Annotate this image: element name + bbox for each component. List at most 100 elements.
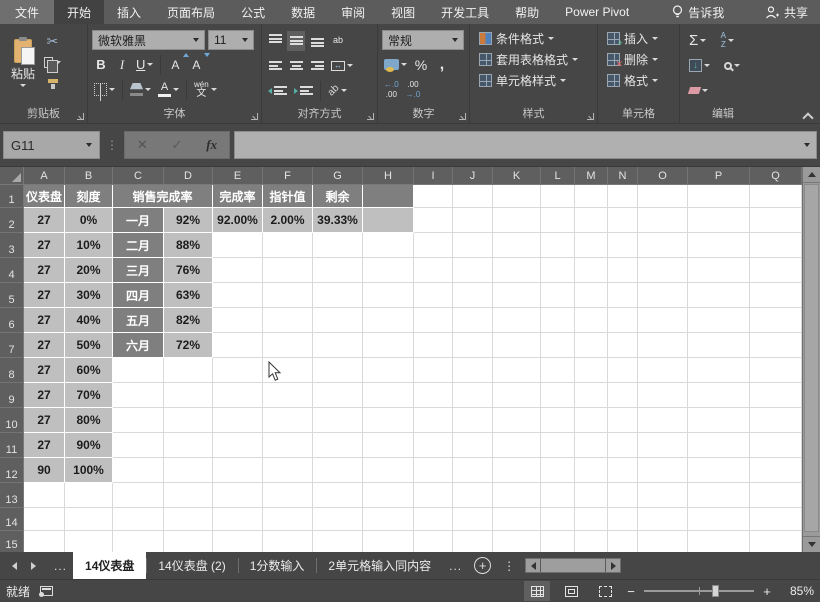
row-header-2[interactable]: 2 <box>0 208 24 233</box>
grow-font-button[interactable]: A <box>166 52 190 75</box>
cell-Q4[interactable] <box>750 258 802 283</box>
cell-B7[interactable]: 50% <box>65 333 113 358</box>
cell-M5[interactable] <box>575 283 608 308</box>
row-header-11[interactable]: 11 <box>0 433 24 458</box>
column-header-O[interactable]: O <box>638 167 688 185</box>
cell-M9[interactable] <box>575 383 608 408</box>
cell-K5[interactable] <box>493 283 541 308</box>
column-header-A[interactable]: A <box>24 167 65 185</box>
cell-O12[interactable] <box>638 458 688 483</box>
cell-P10[interactable] <box>688 408 750 433</box>
column-header-H[interactable]: H <box>363 167 414 185</box>
cell-P2[interactable] <box>688 208 750 233</box>
cell-C14[interactable] <box>113 508 164 531</box>
cell-E2[interactable]: 92.00% <box>213 208 263 233</box>
cell-A1[interactable]: 仪表盘 <box>24 185 65 208</box>
cell-O10[interactable] <box>638 408 688 433</box>
cell-N14[interactable] <box>608 508 638 531</box>
cell-N12[interactable] <box>608 458 638 483</box>
cell-O8[interactable] <box>638 358 688 383</box>
styles-dialog-launcher[interactable] <box>587 113 594 120</box>
cell-C11[interactable] <box>113 433 164 458</box>
tab-开发工具[interactable]: 开发工具 <box>428 0 502 24</box>
cell-D12[interactable] <box>164 458 213 483</box>
cell-I5[interactable] <box>414 283 453 308</box>
cell-M3[interactable] <box>575 233 608 258</box>
cell-I14[interactable] <box>414 508 453 531</box>
autosum-button[interactable]: Σ <box>687 31 708 51</box>
cell-L7[interactable] <box>541 333 575 358</box>
scroll-right-button[interactable] <box>606 559 621 572</box>
cell-L5[interactable] <box>541 283 575 308</box>
cell-F1[interactable]: 指针值 <box>263 185 313 208</box>
tab-视图[interactable]: 视图 <box>378 0 428 24</box>
column-header-K[interactable]: K <box>493 167 541 185</box>
cell-K14[interactable] <box>493 508 541 531</box>
cell-N5[interactable] <box>608 283 638 308</box>
cell-L9[interactable] <box>541 383 575 408</box>
cell-Q3[interactable] <box>750 233 802 258</box>
cell-D5[interactable]: 63% <box>164 283 213 308</box>
cell-H15[interactable] <box>363 531 414 552</box>
column-header-M[interactable]: M <box>575 167 608 185</box>
cell-H14[interactable] <box>363 508 414 531</box>
number-format-combo[interactable]: 常规 <box>382 30 464 50</box>
column-header-Q[interactable]: Q <box>750 167 802 185</box>
zoom-in-button[interactable]: + <box>762 584 772 599</box>
scroll-up-button[interactable] <box>803 167 820 183</box>
cell-D3[interactable]: 88% <box>164 233 213 258</box>
cell-B12[interactable]: 100% <box>65 458 113 483</box>
merge-center-button[interactable]: ↔ <box>329 56 355 76</box>
cell-K1[interactable] <box>493 185 541 208</box>
cell-F4[interactable] <box>263 258 313 283</box>
cell-L8[interactable] <box>541 358 575 383</box>
cell-O13[interactable] <box>638 483 688 508</box>
cell-P11[interactable] <box>688 433 750 458</box>
formula-expand-icon[interactable] <box>804 143 810 147</box>
cell-C9[interactable] <box>113 383 164 408</box>
cell-P7[interactable] <box>688 333 750 358</box>
cell-B14[interactable] <box>65 508 113 531</box>
column-header-N[interactable]: N <box>608 167 638 185</box>
cell-I1[interactable] <box>414 185 453 208</box>
cell-Q6[interactable] <box>750 308 802 333</box>
delete-cells-button[interactable]: ✕ 删除 <box>605 49 675 70</box>
cell-P6[interactable] <box>688 308 750 333</box>
cell-H8[interactable] <box>363 358 414 383</box>
cell-N11[interactable] <box>608 433 638 458</box>
sheet-more-menu[interactable]: ⋮ <box>497 559 521 573</box>
bold-button[interactable]: B <box>92 55 110 75</box>
cell-I9[interactable] <box>414 383 453 408</box>
cell-I10[interactable] <box>414 408 453 433</box>
cell-C15[interactable] <box>113 531 164 552</box>
cell-G14[interactable] <box>313 508 363 531</box>
vertical-scrollbar[interactable] <box>802 167 820 552</box>
cell-A8[interactable]: 27 <box>24 358 65 383</box>
cell-L4[interactable] <box>541 258 575 283</box>
column-header-G[interactable]: G <box>313 167 363 185</box>
normal-view-button[interactable] <box>524 581 550 601</box>
column-header-J[interactable]: J <box>453 167 493 185</box>
cell-G7[interactable] <box>313 333 363 358</box>
cell-Q1[interactable] <box>750 185 802 208</box>
cell-L15[interactable] <box>541 531 575 552</box>
cell-M15[interactable] <box>575 531 608 552</box>
cell-J4[interactable] <box>453 258 493 283</box>
cell-B11[interactable]: 90% <box>65 433 113 458</box>
tab-数据[interactable]: 数据 <box>278 0 328 24</box>
row-header-13[interactable]: 13 <box>0 483 24 508</box>
zoom-slider-thumb[interactable] <box>712 585 720 597</box>
row-header-10[interactable]: 10 <box>0 408 24 433</box>
cell-L12[interactable] <box>541 458 575 483</box>
alignment-dialog-launcher[interactable] <box>367 113 374 120</box>
cell-Q2[interactable] <box>750 208 802 233</box>
cell-N6[interactable] <box>608 308 638 333</box>
column-header-L[interactable]: L <box>541 167 575 185</box>
cell-E5[interactable] <box>213 283 263 308</box>
cell-F10[interactable] <box>263 408 313 433</box>
cell-L6[interactable] <box>541 308 575 333</box>
cell-C10[interactable] <box>113 408 164 433</box>
format-as-table-button[interactable]: 套用表格格式 <box>477 49 593 70</box>
cell-D4[interactable]: 76% <box>164 258 213 283</box>
cell-D8[interactable] <box>164 358 213 383</box>
